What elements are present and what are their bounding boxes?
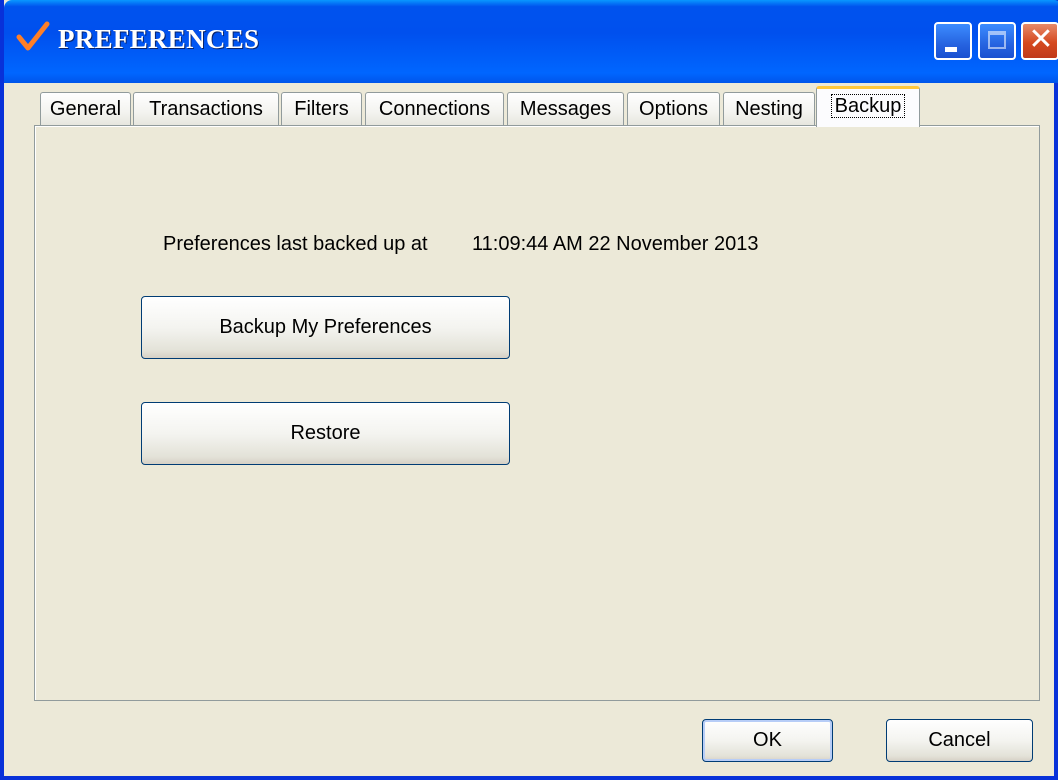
maximize-button[interactable]: [978, 22, 1016, 60]
tab-label: Connections: [378, 98, 491, 120]
tab-connections[interactable]: Connections: [365, 92, 504, 126]
tab-nesting[interactable]: Nesting: [723, 92, 815, 126]
minimize-button[interactable]: [934, 22, 972, 60]
tab-label: Backup: [830, 94, 906, 118]
cancel-button[interactable]: Cancel: [886, 719, 1033, 762]
tab-options[interactable]: Options: [627, 92, 720, 126]
backup-my-preferences-button[interactable]: Backup My Preferences: [141, 296, 510, 359]
last-backup-timestamp: 11:09:44 AM 22 November 2013: [472, 233, 759, 255]
checkmark-icon: [16, 21, 50, 51]
close-button[interactable]: ✕: [1021, 22, 1058, 60]
preferences-window: PREFERENCES ✕ General Transactions Filte…: [0, 0, 1058, 780]
tab-messages[interactable]: Messages: [507, 92, 624, 126]
last-backup-label: Preferences last backed up at: [163, 233, 428, 255]
tab-label: Transactions: [149, 98, 263, 120]
restore-button[interactable]: Restore: [141, 402, 510, 465]
tab-label: Messages: [519, 98, 612, 120]
backup-tab-panel: Preferences last backed up at 11:09:44 A…: [34, 125, 1040, 701]
ok-button[interactable]: OK: [702, 719, 833, 762]
minimize-icon: [945, 47, 957, 52]
tab-label: Nesting: [735, 98, 803, 120]
tab-backup[interactable]: Backup: [816, 86, 920, 127]
maximize-icon: [988, 31, 1006, 49]
tab-transactions[interactable]: Transactions: [133, 92, 279, 126]
close-icon: ✕: [1028, 23, 1054, 56]
window-title: PREFERENCES: [58, 24, 260, 54]
tab-label: Filters: [294, 98, 349, 120]
tab-filters[interactable]: Filters: [281, 92, 362, 126]
tab-label: Options: [639, 98, 708, 120]
tab-label: General: [49, 98, 122, 120]
title-bar[interactable]: PREFERENCES ✕: [4, 0, 1058, 83]
tab-general[interactable]: General: [40, 92, 131, 126]
